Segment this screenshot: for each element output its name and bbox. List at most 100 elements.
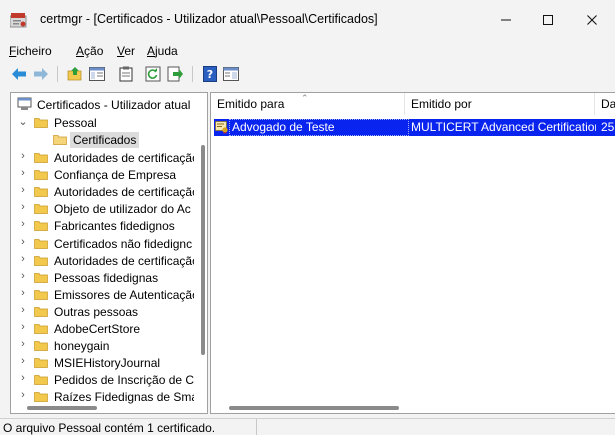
chevron-right-icon[interactable]: › — [17, 253, 29, 265]
chevron-right-icon[interactable]: › — [17, 304, 29, 316]
close-icon — [587, 15, 597, 25]
menu-bar: Ficheiro Ação Ver Ajuda — [0, 41, 615, 61]
minimize-button[interactable] — [486, 6, 526, 34]
status-separator — [256, 419, 257, 435]
forward-button[interactable] — [32, 65, 50, 83]
tree-item[interactable]: › Emissores de Autenticação — [11, 286, 196, 304]
status-bar: O arquivo Pessoal contém 1 certificado. — [0, 418, 615, 435]
menu-ficheiro[interactable]: Ficheiro — [9, 44, 52, 58]
toolbar-separator — [57, 66, 58, 82]
chevron-right-icon[interactable]: › — [17, 201, 29, 213]
clipboard-icon — [119, 66, 133, 82]
folder-icon — [34, 374, 48, 386]
up-folder-button[interactable] — [66, 65, 84, 83]
show-hide-tree-button[interactable] — [88, 65, 106, 83]
minimize-icon — [501, 19, 511, 21]
help-button[interactable]: ? — [201, 65, 219, 83]
chevron-right-icon[interactable]: › — [17, 167, 29, 179]
tree-item[interactable]: › Outras pessoas — [11, 303, 196, 321]
back-button[interactable] — [10, 65, 28, 83]
tree-item-pessoal[interactable]: ⌄ Pessoal — [11, 114, 196, 132]
folder-icon — [34, 289, 48, 300]
tree-item[interactable]: › Autoridades de certificação — [11, 252, 196, 270]
chevron-right-icon[interactable]: › — [17, 338, 29, 350]
tree-item[interactable]: › honeygain — [11, 337, 196, 355]
chevron-right-icon[interactable]: › — [17, 355, 29, 367]
export-list-button[interactable] — [166, 65, 184, 83]
chevron-right-icon[interactable]: › — [17, 372, 29, 384]
tree-item[interactable]: › Pessoas fidedignas — [11, 269, 196, 287]
folder-icon — [34, 391, 48, 403]
close-button[interactable] — [572, 6, 612, 34]
folder-icon — [34, 238, 48, 249]
column-header-date[interactable]: Da — [595, 93, 615, 115]
tree-item[interactable]: › Autoridades de certificação — [11, 183, 196, 201]
table-row[interactable]: Advogado de Teste MULTICERT Advanced Cer… — [214, 119, 615, 136]
forward-arrow-icon — [34, 68, 48, 80]
back-arrow-icon — [12, 68, 26, 80]
folder-icon — [34, 357, 48, 369]
chevron-right-icon[interactable]: › — [17, 236, 29, 248]
folder-icon — [34, 117, 48, 128]
tree-root-item[interactable]: Certificados - Utilizador atual — [11, 96, 196, 114]
menu-ver[interactable]: Ver — [117, 44, 135, 58]
properties-window-icon — [223, 67, 239, 81]
title-bar: certmgr - [Certificados - Utilizador atu… — [0, 0, 615, 40]
list-horizontal-scrollbar[interactable] — [215, 405, 610, 411]
menu-ajuda[interactable]: Ajuda — [147, 44, 178, 58]
chevron-right-icon[interactable]: › — [17, 270, 29, 282]
sort-ascending-icon: ⌃ — [301, 93, 309, 103]
svg-text:?: ? — [207, 68, 213, 81]
certmgr-app-icon[interactable] — [10, 12, 28, 28]
maximize-icon — [543, 15, 553, 25]
chevron-right-icon[interactable]: › — [17, 184, 29, 196]
refresh-button[interactable] — [144, 65, 162, 83]
tree-item[interactable]: › Objeto de utilizador do Ac — [11, 200, 196, 218]
tree-item[interactable]: › Autoridades de certificação — [11, 149, 196, 167]
chevron-right-icon[interactable]: › — [17, 218, 29, 230]
clipboard-button[interactable] — [117, 65, 135, 83]
properties-view-button[interactable] — [222, 65, 240, 83]
tree-item[interactable]: › Raízes Fidedignas de Smar — [11, 388, 196, 406]
open-folder-icon — [53, 134, 67, 145]
folder-icon — [34, 323, 48, 334]
tree-item[interactable]: › Pedidos de Inscrição de Ce — [11, 371, 196, 389]
folder-icon — [34, 272, 48, 283]
tree-item[interactable]: › Certificados não fidedignc — [11, 235, 196, 253]
tree-item[interactable]: › Fabricantes fidedignos — [11, 217, 196, 235]
tree-item-certificados[interactable]: Certificados — [11, 131, 196, 149]
console-tree-panel[interactable]: Certificados - Utilizador atual ⌄ Pessoa… — [10, 92, 208, 414]
chevron-right-icon[interactable]: › — [17, 150, 29, 162]
column-header-issued-to[interactable]: Emitido para ⌃ — [211, 93, 405, 115]
folder-icon — [34, 220, 48, 232]
tree-item[interactable]: › Confiança de Empresa — [11, 166, 196, 184]
folder-icon — [34, 203, 48, 215]
help-icon: ? — [203, 66, 217, 82]
window-title: certmgr - [Certificados - Utilizador atu… — [40, 12, 378, 26]
chevron-right-icon[interactable]: › — [17, 287, 29, 299]
folder-icon — [34, 152, 48, 163]
folder-icon — [34, 306, 48, 317]
scrollbar-thumb[interactable] — [201, 145, 205, 355]
folder-icon — [34, 340, 48, 351]
chevron-down-icon[interactable]: ⌄ — [17, 115, 29, 128]
certificate-icon — [215, 120, 229, 134]
maximize-button[interactable] — [528, 6, 568, 34]
chevron-right-icon[interactable]: › — [17, 389, 29, 401]
folder-icon — [34, 186, 48, 198]
column-header-issued-by[interactable]: Emitido por — [405, 93, 595, 115]
folder-icon — [34, 255, 48, 266]
toolbar: ? — [0, 63, 615, 85]
up-folder-icon — [67, 67, 82, 81]
tree-horizontal-scrollbar[interactable] — [13, 405, 193, 411]
export-icon — [167, 66, 183, 82]
chevron-right-icon[interactable]: › — [17, 321, 29, 333]
tree-item[interactable]: › AdobeCertStore — [11, 320, 196, 338]
scrollbar-thumb[interactable] — [27, 406, 97, 410]
scrollbar-thumb[interactable] — [229, 406, 399, 410]
certificate-list-panel[interactable]: Emitido para ⌃ Emitido por Da Advogado d… — [210, 92, 615, 414]
tree-item[interactable]: › MSIEHistoryJournal — [11, 354, 196, 372]
tree-vertical-scrollbar[interactable] — [200, 95, 206, 395]
menu-acao[interactable]: Ação — [76, 44, 103, 58]
console-tree-icon — [89, 67, 105, 81]
